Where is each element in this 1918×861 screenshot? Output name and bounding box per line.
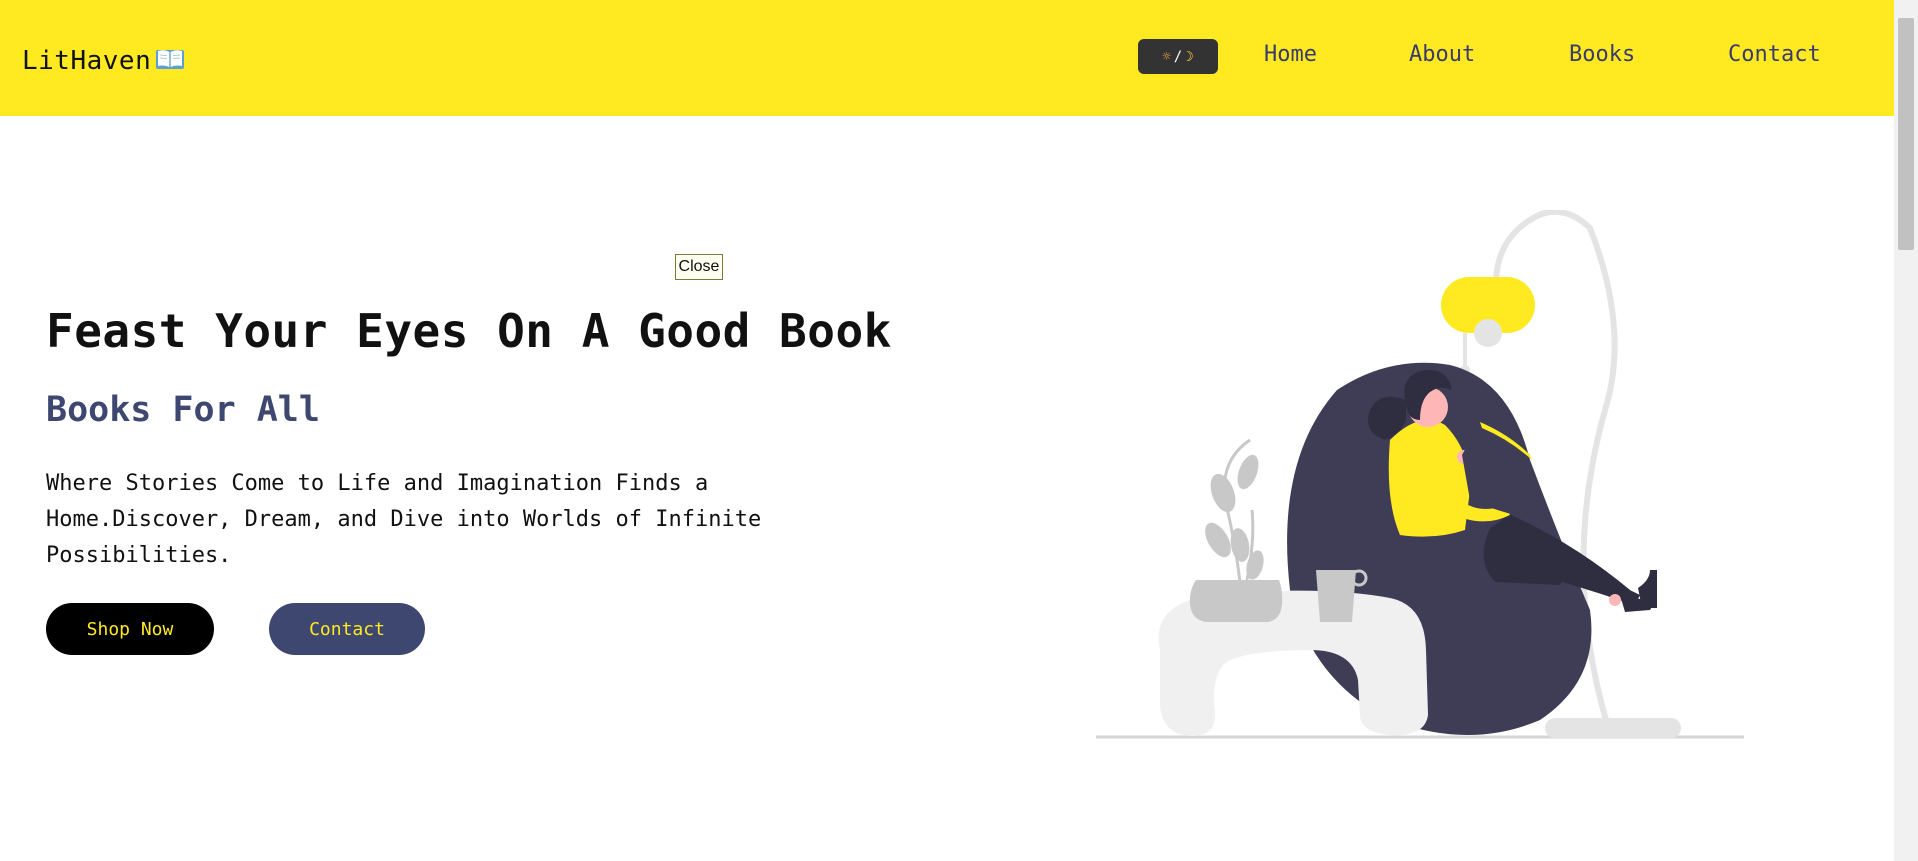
shop-now-button[interactable]: Shop Now	[46, 603, 214, 655]
theme-toggle-button[interactable]: ☼ / ☽	[1138, 39, 1218, 74]
theme-toggle-separator: /	[1173, 48, 1183, 65]
hero-title: Feast Your Eyes On A Good Book	[46, 304, 892, 358]
hero-description: Where Stories Come to Life and Imaginati…	[46, 471, 762, 568]
woman-reading-illustration	[1096, 210, 1744, 739]
nav-link-home[interactable]: Home	[1264, 42, 1317, 67]
site-logo[interactable]: LitHaven	[22, 46, 185, 76]
moon-icon: ☽	[1185, 48, 1194, 65]
close-button[interactable]: Close	[675, 254, 723, 280]
open-book-icon	[156, 50, 185, 69]
nav-link-about[interactable]: About	[1409, 42, 1475, 67]
logo-text: LitHaven	[22, 46, 152, 76]
sun-icon: ☼	[1162, 48, 1171, 65]
page-scrollbar[interactable]	[1894, 0, 1918, 861]
hero-subtitle: Books For All	[46, 390, 320, 430]
nav-link-books[interactable]: Books	[1569, 42, 1635, 67]
contact-button[interactable]: Contact	[269, 603, 425, 655]
navbar: LitHaven ☼ / ☽ Home About Books Contact	[0, 0, 1894, 116]
nav-link-contact[interactable]: Contact	[1728, 42, 1821, 67]
scrollbar-thumb[interactable]	[1898, 18, 1914, 250]
